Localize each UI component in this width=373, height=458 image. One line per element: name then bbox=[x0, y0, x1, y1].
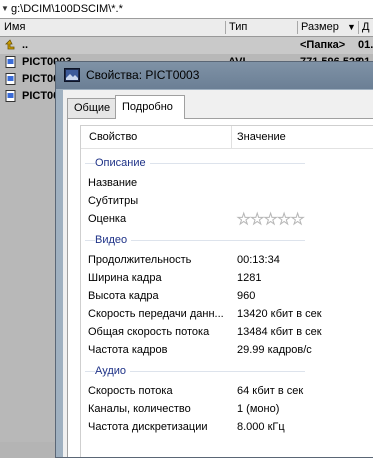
property-value: 00:13:34 bbox=[237, 254, 280, 266]
property-key: Продолжительность bbox=[88, 254, 192, 266]
property-row[interactable]: Название bbox=[81, 174, 373, 192]
star-icon[interactable]: ★ bbox=[250, 212, 264, 228]
property-row[interactable]: Продолжительность 00:13:34 bbox=[81, 251, 373, 269]
file-name: PICT00 bbox=[22, 73, 60, 85]
property-value: 64 кбит в сек bbox=[237, 385, 304, 397]
column-name-header[interactable]: Имя bbox=[4, 19, 25, 36]
rating-stars[interactable]: ★★★★★ bbox=[236, 212, 304, 228]
property-row[interactable]: Ширина кадра 1281 bbox=[81, 269, 373, 287]
file-name: .. bbox=[22, 39, 29, 51]
property-value: 8.000 кГц bbox=[237, 421, 285, 433]
property-row[interactable]: Скорость потока 64 кбит в сек bbox=[81, 382, 373, 400]
property-row-rating[interactable]: Оценка ★★★★★ bbox=[81, 210, 373, 228]
up-folder-icon bbox=[5, 39, 15, 50]
property-value: 29.99 кадров/с bbox=[237, 344, 312, 356]
chevron-down-icon[interactable]: ▼ bbox=[1, 0, 11, 18]
property-row[interactable]: Высота кадра 960 bbox=[81, 287, 373, 305]
star-icon[interactable]: ★ bbox=[290, 212, 304, 228]
property-key: Скорость передачи данн... bbox=[88, 308, 224, 320]
property-value: 1 (моно) bbox=[237, 403, 280, 415]
property-key: Каналы, количество bbox=[88, 403, 191, 415]
property-list-header: Свойство Значение bbox=[81, 126, 373, 149]
sort-arrow-icon: ▼ bbox=[347, 22, 356, 32]
dialog-title: Свойства: PICT0003 bbox=[86, 68, 200, 82]
dialog-titlebar[interactable]: Свойства: PICT0003 bbox=[56, 62, 373, 89]
property-row[interactable]: Частота кадров 29.99 кадров/с bbox=[81, 341, 373, 359]
properties-dialog: Свойства: PICT0003 Общие Подробно Свойст… bbox=[55, 61, 373, 458]
file-date: 01. bbox=[358, 39, 373, 51]
property-key: Субтитры bbox=[88, 195, 139, 207]
star-icon[interactable]: ★ bbox=[277, 212, 291, 228]
column-type-header[interactable]: Тип bbox=[229, 19, 247, 36]
column-size-header[interactable]: Размер bbox=[301, 19, 339, 36]
file-icon bbox=[5, 56, 16, 68]
tab-details[interactable]: Подробно bbox=[115, 95, 185, 119]
property-key: Частота дискретизации bbox=[88, 421, 208, 433]
property-key: Высота кадра bbox=[88, 290, 159, 302]
dialog-client: Общие Подробно Свойство Значение Описани… bbox=[63, 90, 373, 457]
file-size: <Папка> bbox=[300, 39, 346, 51]
property-value: 13484 кбит в сек bbox=[237, 326, 322, 338]
group-audio: Аудио bbox=[85, 364, 305, 378]
property-row[interactable]: Скорость передачи данн... 13420 кбит в с… bbox=[81, 305, 373, 323]
property-column-header[interactable]: Свойство bbox=[89, 126, 137, 148]
star-icon[interactable]: ★ bbox=[236, 212, 250, 228]
property-list[interactable]: Свойство Значение Описание Название Субт… bbox=[80, 125, 373, 457]
file-row-parent[interactable]: .. <Папка> 01. bbox=[0, 37, 373, 54]
property-row[interactable]: Частота дискретизации 8.000 кГц bbox=[81, 418, 373, 436]
property-value: 13420 кбит в сек bbox=[237, 308, 322, 320]
property-value: 1281 bbox=[237, 272, 262, 284]
column-header-row: Имя Тип Размер ▼ Д bbox=[0, 19, 373, 37]
property-key: Скорость потока bbox=[88, 385, 173, 397]
group-video: Видео bbox=[85, 233, 305, 247]
property-key: Общая скорость потока bbox=[88, 326, 210, 338]
star-icon[interactable]: ★ bbox=[263, 212, 277, 228]
property-value: 960 bbox=[237, 290, 256, 302]
property-key: Оценка bbox=[88, 213, 127, 225]
path-bar[interactable]: ▼ g:\DCIM\100DSCIM\*.* bbox=[0, 0, 373, 19]
value-column-header[interactable]: Значение bbox=[237, 126, 286, 148]
column-date-header[interactable]: Д bbox=[362, 19, 369, 36]
tab-general[interactable]: Общие bbox=[67, 98, 116, 118]
property-row[interactable]: Каналы, количество 1 (моно) bbox=[81, 400, 373, 418]
group-description: Описание bbox=[85, 156, 305, 170]
video-file-icon bbox=[64, 68, 80, 82]
details-panel: Свойство Значение Описание Название Субт… bbox=[67, 118, 373, 457]
property-key: Ширина кадра bbox=[88, 272, 162, 284]
file-icon bbox=[5, 90, 16, 102]
file-name: PICT00 bbox=[22, 90, 60, 102]
property-row[interactable]: Субтитры bbox=[81, 192, 373, 210]
property-key: Название bbox=[88, 177, 138, 189]
file-icon bbox=[5, 73, 16, 85]
property-row[interactable]: Общая скорость потока 13484 кбит в сек bbox=[81, 323, 373, 341]
current-path: g:\DCIM\100DSCIM\*.* bbox=[11, 3, 123, 15]
property-key: Частота кадров bbox=[88, 344, 168, 356]
